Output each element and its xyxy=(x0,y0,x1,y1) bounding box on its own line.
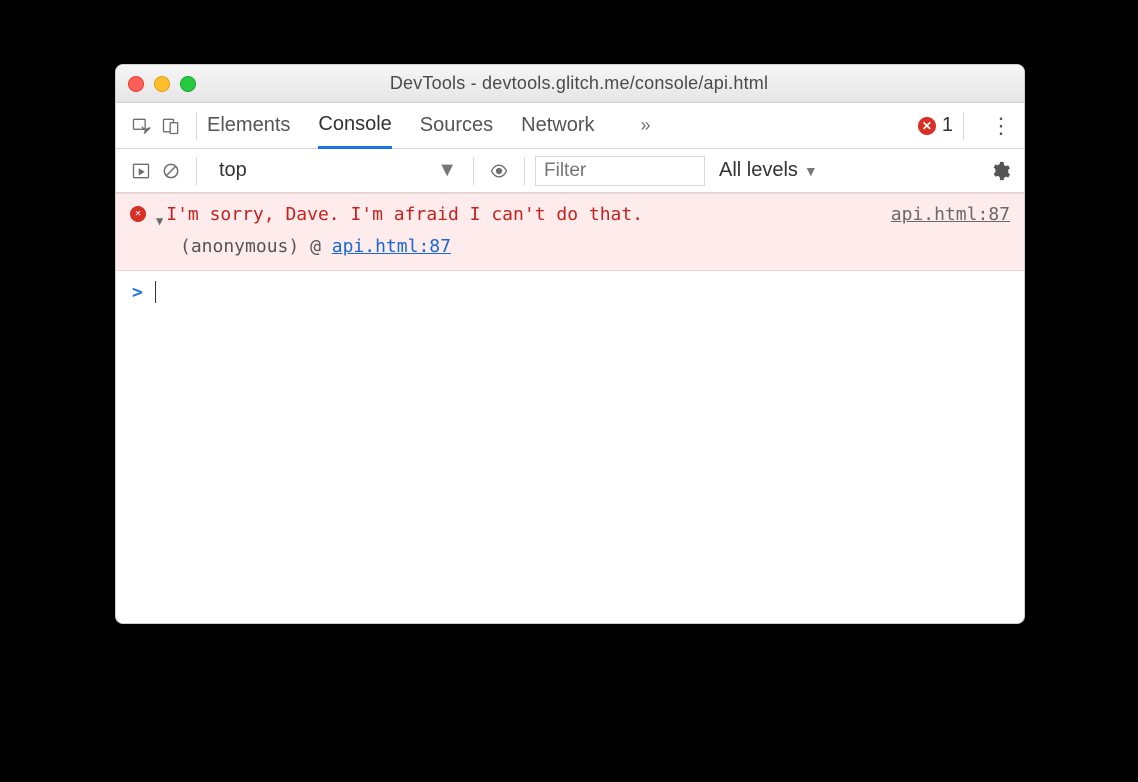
stack-trace: (anonymous) @ api.html:87 xyxy=(130,234,1010,260)
tab-elements[interactable]: Elements xyxy=(207,103,290,148)
clear-console-icon[interactable] xyxy=(156,156,186,186)
dropdown-icon: ▼ xyxy=(804,163,818,179)
execution-context-selector[interactable]: top ▼ xyxy=(213,159,463,182)
tab-network[interactable]: Network xyxy=(521,103,594,148)
tab-console[interactable]: Console xyxy=(318,104,391,149)
dropdown-icon: ▼ xyxy=(437,159,457,182)
console-toolbar: top ▼ All levels ▼ xyxy=(116,149,1024,193)
error-icon: ✕ xyxy=(130,206,146,222)
panel-tabs: Elements Console Sources Network » xyxy=(207,103,651,148)
devtools-window: DevTools - devtools.glitch.me/console/ap… xyxy=(115,64,1025,624)
separator xyxy=(963,112,964,140)
panel-tabbar: Elements Console Sources Network » ✕ 1 ⋮ xyxy=(116,103,1024,149)
separator xyxy=(524,157,525,185)
kebab-menu-icon[interactable]: ⋮ xyxy=(988,113,1014,139)
prompt-chevron-icon: > xyxy=(132,282,143,303)
live-expression-icon[interactable] xyxy=(484,156,514,186)
toggle-sidebar-icon[interactable] xyxy=(126,156,156,186)
error-icon: ✕ xyxy=(918,117,936,135)
disclosure-triangle-icon[interactable]: ▼ xyxy=(156,208,163,234)
separator xyxy=(473,157,474,185)
device-toolbar-icon[interactable] xyxy=(156,111,186,141)
titlebar: DevTools - devtools.glitch.me/console/ap… xyxy=(116,65,1024,103)
separator xyxy=(196,112,197,140)
console-prompt[interactable]: > xyxy=(116,271,1024,313)
error-count: 1 xyxy=(942,114,953,137)
levels-label: All levels xyxy=(719,159,798,182)
context-label: top xyxy=(219,159,247,182)
window-title: DevTools - devtools.glitch.me/console/ap… xyxy=(146,73,1012,94)
filter-input[interactable] xyxy=(535,156,705,186)
console-output: ✕ ▼ I'm sorry, Dave. I'm afraid I can't … xyxy=(116,193,1024,313)
more-tabs-icon[interactable]: » xyxy=(641,115,651,136)
log-levels-selector[interactable]: All levels ▼ xyxy=(719,159,818,182)
separator xyxy=(196,157,197,185)
error-message: I'm sorry, Dave. I'm afraid I can't do t… xyxy=(166,202,643,228)
close-window-button[interactable] xyxy=(128,76,144,92)
error-counter[interactable]: ✕ 1 xyxy=(918,114,953,137)
stack-separator: @ xyxy=(310,236,321,257)
inspect-element-icon[interactable] xyxy=(126,111,156,141)
stack-source-link[interactable]: api.html:87 xyxy=(332,236,451,257)
tab-sources[interactable]: Sources xyxy=(420,103,493,148)
error-source-link[interactable]: api.html:87 xyxy=(871,202,1010,228)
console-settings-icon[interactable] xyxy=(986,157,1014,185)
text-cursor xyxy=(155,281,156,303)
stack-function: (anonymous) xyxy=(180,236,299,257)
console-error-entry[interactable]: ✕ ▼ I'm sorry, Dave. I'm afraid I can't … xyxy=(116,193,1024,271)
